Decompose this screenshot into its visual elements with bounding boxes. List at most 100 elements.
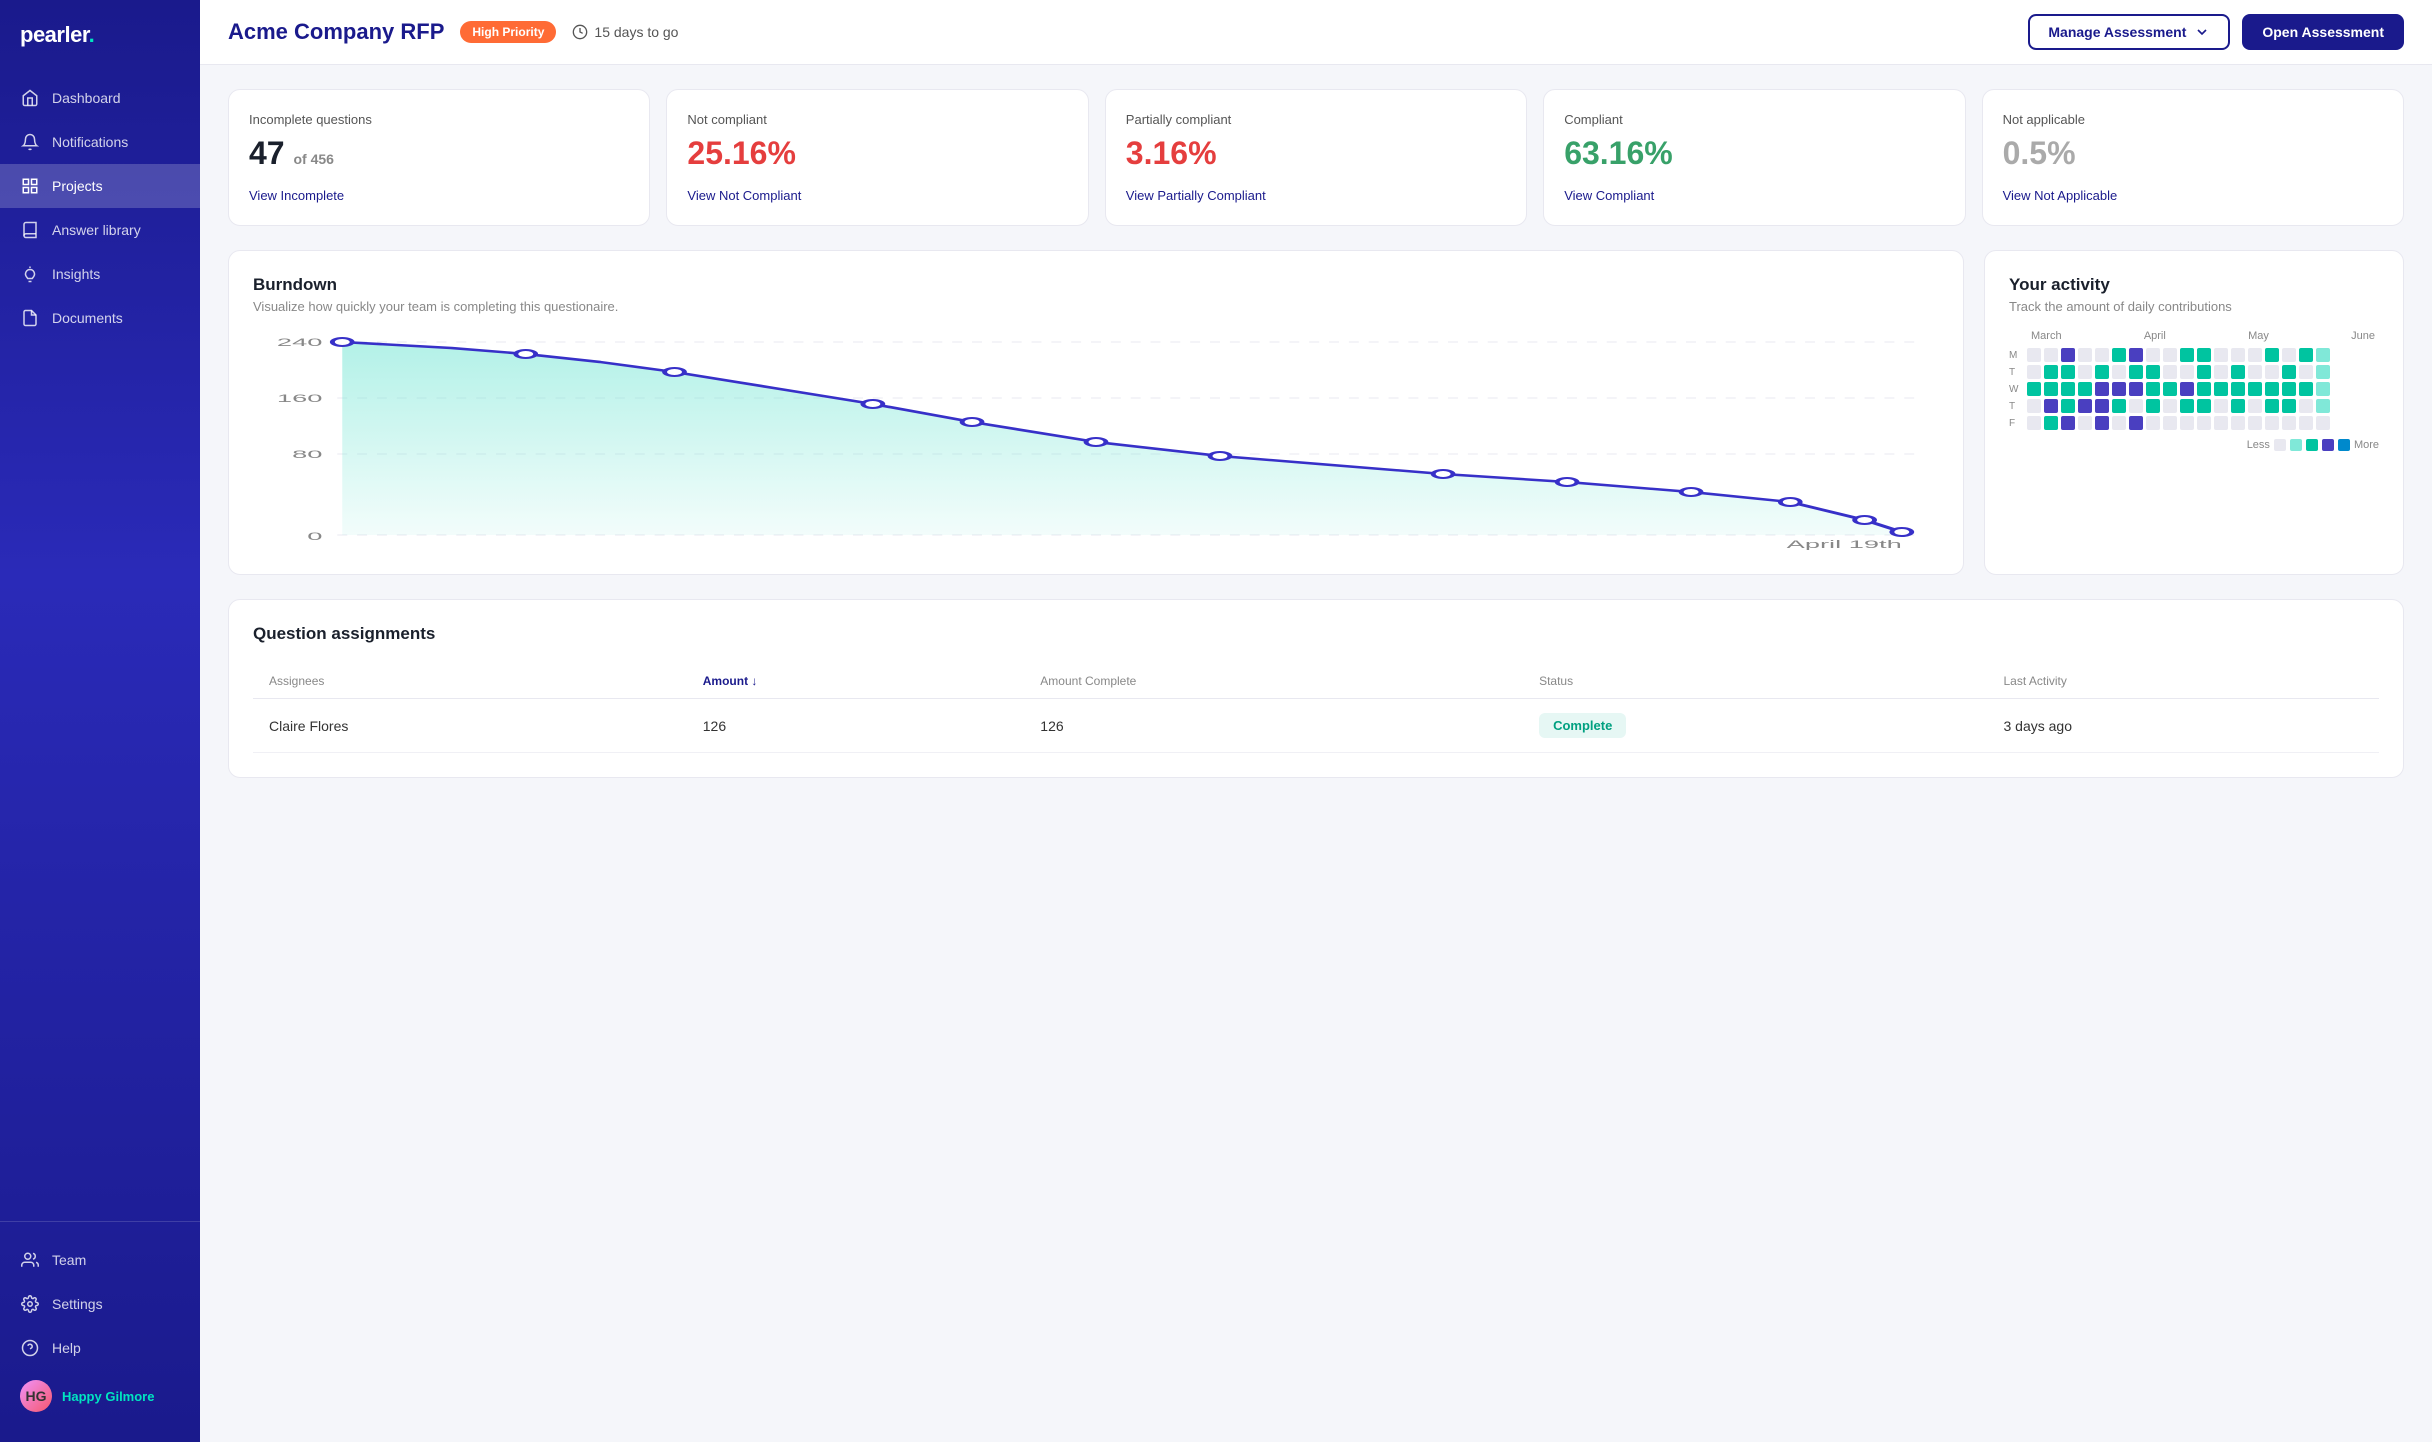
assignments-title: Question assignments	[253, 624, 2379, 644]
charts-row: Burndown Visualize how quickly your team…	[228, 250, 2404, 575]
activity-cell	[2078, 365, 2092, 379]
activity-cell	[2231, 382, 2245, 396]
activity-grid-container: M T W T F	[2009, 348, 2379, 431]
sidebar-item-dashboard[interactable]: Dashboard	[0, 76, 200, 120]
svg-text:160: 160	[277, 392, 322, 404]
legend-cell-1	[2290, 439, 2302, 451]
activity-cell	[2231, 416, 2245, 430]
activity-subtitle: Track the amount of daily contributions	[2009, 299, 2379, 314]
activity-cell	[2095, 382, 2109, 396]
activity-cell	[2248, 399, 2262, 413]
page-title: Acme Company RFP	[228, 19, 444, 45]
activity-cell	[2265, 365, 2279, 379]
sidebar-item-label: Insights	[52, 266, 100, 282]
svg-text:0: 0	[307, 530, 322, 542]
sidebar-item-notifications[interactable]: Notifications	[0, 120, 200, 164]
open-assessment-button[interactable]: Open Assessment	[2242, 14, 2404, 50]
user-name: Happy Gilmore	[62, 1389, 154, 1404]
activity-cell	[2095, 365, 2109, 379]
stat-link[interactable]: View Not Compliant	[687, 188, 1067, 203]
svg-text:240: 240	[277, 336, 322, 348]
activity-cell	[2282, 348, 2296, 362]
main-content: Acme Company RFP High Priority 15 days t…	[200, 0, 2432, 1442]
col-amount-complete: Amount Complete	[1024, 664, 1523, 699]
legend-more-label: More	[2354, 439, 2379, 451]
col-amount[interactable]: Amount ↓	[687, 664, 1025, 699]
bell-icon	[20, 132, 40, 152]
status-badge: Complete	[1539, 713, 1626, 738]
activity-cell	[2180, 365, 2194, 379]
sidebar-item-label: Projects	[52, 178, 103, 194]
activity-cell	[2214, 416, 2228, 430]
sidebar-item-label: Settings	[52, 1296, 103, 1312]
stat-link[interactable]: View Compliant	[1564, 188, 1944, 203]
activity-cell	[2248, 365, 2262, 379]
stat-link[interactable]: View Not Applicable	[2003, 188, 2383, 203]
stat-link[interactable]: View Partially Compliant	[1126, 188, 1506, 203]
activity-cell	[2027, 399, 2041, 413]
activity-cell	[2265, 382, 2279, 396]
day-label-m: M	[2009, 349, 2023, 363]
sidebar-item-documents[interactable]: Documents	[0, 296, 200, 340]
activity-cell	[2061, 399, 2075, 413]
sidebar-item-team[interactable]: Team	[0, 1238, 200, 1282]
sidebar-item-projects[interactable]: Projects	[0, 164, 200, 208]
activity-cell	[2299, 365, 2313, 379]
activity-cell	[2197, 382, 2211, 396]
activity-cell	[2044, 348, 2058, 362]
activity-cell	[2197, 365, 2211, 379]
sidebar-item-settings[interactable]: Settings	[0, 1282, 200, 1326]
content-area: Incomplete questions 47 of 456 View Inco…	[200, 65, 2432, 802]
stat-title: Compliant	[1564, 112, 1944, 127]
activity-cell	[2112, 399, 2126, 413]
stat-cards: Incomplete questions 47 of 456 View Inco…	[228, 89, 2404, 226]
sidebar-item-help[interactable]: Help	[0, 1326, 200, 1370]
days-to-go-text: 15 days to go	[594, 24, 678, 40]
month-june: June	[2351, 330, 2375, 342]
month-march: March	[2031, 330, 2062, 342]
activity-cell	[2044, 416, 2058, 430]
users-icon	[20, 1250, 40, 1270]
activity-cell	[2146, 348, 2160, 362]
assignments-card: Question assignments Assignees Amount ↓ …	[228, 599, 2404, 778]
sidebar-item-insights[interactable]: Insights	[0, 252, 200, 296]
stat-link[interactable]: View Incomplete	[249, 188, 629, 203]
activity-cell	[2299, 382, 2313, 396]
activity-cell	[2316, 365, 2330, 379]
burndown-title: Burndown	[253, 275, 1939, 295]
book-icon	[20, 220, 40, 240]
activity-cell	[2163, 365, 2177, 379]
col-status: Status	[1523, 664, 1987, 699]
cell-amount-complete: 126	[1024, 699, 1523, 753]
sidebar-item-answer-library[interactable]: Answer library	[0, 208, 200, 252]
day-label-t2: T	[2009, 400, 2023, 414]
file-icon	[20, 308, 40, 328]
legend-cell-3	[2322, 439, 2334, 451]
activity-cell	[2231, 365, 2245, 379]
stat-value: 3.16%	[1126, 135, 1506, 172]
manage-assessment-button[interactable]: Manage Assessment	[2028, 14, 2230, 50]
activity-cell	[2163, 399, 2177, 413]
activity-cell	[2129, 399, 2143, 413]
activity-cell	[2316, 399, 2330, 413]
activity-cell	[2146, 382, 2160, 396]
activity-cell	[2265, 348, 2279, 362]
activity-cell	[2163, 348, 2177, 362]
activity-cell	[2180, 348, 2194, 362]
activity-cell	[2248, 348, 2262, 362]
activity-cell	[2146, 399, 2160, 413]
burndown-subtitle: Visualize how quickly your team is compl…	[253, 299, 1939, 314]
activity-cell	[2112, 348, 2126, 362]
sidebar-item-label: Team	[52, 1252, 86, 1268]
activity-grid	[2027, 348, 2330, 431]
activity-cell	[2078, 416, 2092, 430]
logo: pearler.	[0, 0, 200, 66]
activity-cell	[2027, 365, 2041, 379]
activity-cell	[2248, 382, 2262, 396]
activity-cell	[2146, 365, 2160, 379]
activity-cell	[2163, 416, 2177, 430]
legend-cell-0	[2274, 439, 2286, 451]
user-profile[interactable]: HG Happy Gilmore	[0, 1370, 200, 1422]
activity-cell	[2299, 416, 2313, 430]
activity-cell	[2146, 416, 2160, 430]
